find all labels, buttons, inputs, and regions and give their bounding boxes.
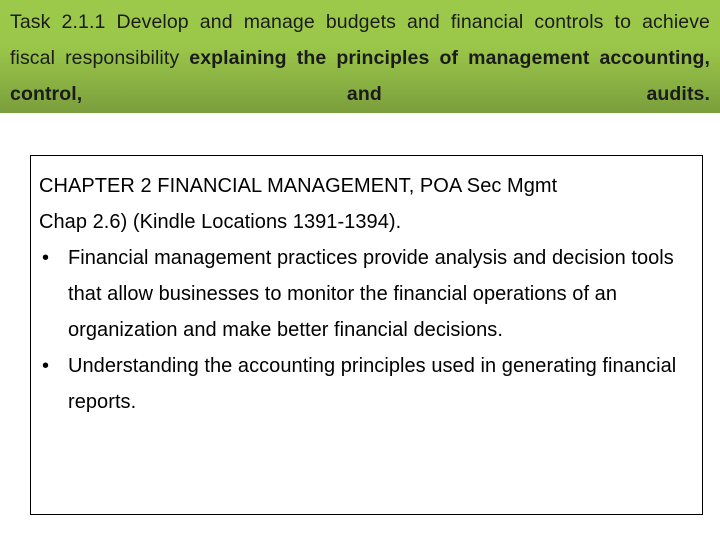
slide-content-box: CHAPTER 2 FINANCIAL MANAGEMENT, POA Sec … (30, 155, 703, 515)
list-item: • Understanding the accounting principle… (39, 348, 694, 420)
source-citation-line-2: Chap 2.6) (Kindle Locations 1391-1394). (39, 211, 402, 233)
list-item-label: Understanding the accounting principles … (68, 355, 677, 413)
bullet-point-icon: • (42, 247, 50, 269)
slide-title-banner: Task 2.1.1 Develop and manage budgets an… (0, 0, 720, 113)
slide-title-text: Task 2.1.1 Develop and manage budgets an… (10, 4, 710, 112)
list-item-label: Financial management practices provide a… (68, 247, 674, 341)
source-citation-line-1: CHAPTER 2 FINANCIAL MANAGEMENT, POA Sec … (39, 175, 558, 197)
content-bullet-list: • Financial management practices provide… (39, 240, 694, 420)
bullet-point-icon: • (42, 355, 50, 377)
list-item: • Financial management practices provide… (39, 240, 694, 348)
